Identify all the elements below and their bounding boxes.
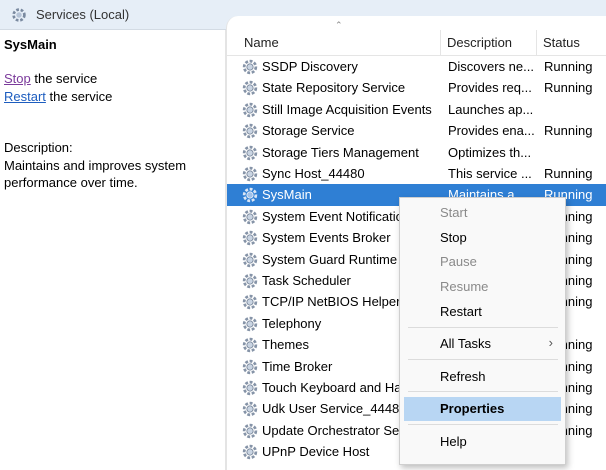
gear-icon — [242, 102, 258, 117]
menu-separator — [408, 327, 558, 328]
description-label: Description: — [4, 140, 73, 155]
gear-icon — [242, 316, 258, 331]
menu-item-all-tasks[interactable]: All Tasks › — [404, 332, 561, 356]
service-detail-pane: SysMain Stop the service Restart the ser… — [0, 30, 226, 470]
service-description: Discovers ne... — [448, 59, 534, 74]
table-row[interactable]: Still Image Acquisition Events Launches a… — [227, 99, 606, 120]
stop-action-text: the service — [30, 71, 98, 86]
menu-item-start[interactable]: Start — [404, 201, 561, 225]
service-description: Provides ena... — [448, 123, 534, 139]
restart-service-link[interactable]: Restart — [4, 89, 46, 104]
gear-icon — [242, 423, 258, 438]
menu-item-label: Pause — [440, 254, 477, 269]
gear-icon — [242, 444, 258, 460]
table-row[interactable]: State Repository Service Provides req... R… — [227, 77, 606, 98]
service-name: Storage Service — [262, 123, 355, 139]
service-description: This service ... — [448, 166, 532, 181]
menu-item-label: All Tasks — [440, 336, 492, 351]
service-name: Storage Tiers Management — [262, 144, 419, 160]
service-name: State Repository Service — [262, 80, 406, 96]
gear-icon — [242, 273, 258, 289]
chevron-right-icon: › — [548, 335, 553, 350]
menu-item-label: Refresh — [440, 369, 486, 384]
menu-item-label: Restart — [440, 304, 482, 319]
gear-icon — [242, 295, 258, 310]
menu-item-stop[interactable]: Stop — [404, 226, 561, 250]
table-row[interactable]: Storage Service Provides ena... Running — [227, 120, 606, 141]
gear-icon — [242, 59, 258, 75]
menu-separator — [408, 424, 558, 425]
window-title: Services (Local) — [36, 7, 130, 22]
service-name: SSDP Discovery — [262, 59, 358, 74]
service-name: Still Image Acquisition Events — [262, 101, 432, 117]
gear-icon — [242, 380, 258, 396]
context-menu: Start Stop Pause Resume Restart All Task… — [399, 197, 566, 465]
restart-action-text: the service — [45, 89, 113, 104]
menu-item-refresh[interactable]: Refresh — [404, 365, 561, 389]
gear-icon — [242, 166, 258, 182]
table-row[interactable]: SSDP Discovery Discovers ne... Running — [227, 56, 606, 77]
gear-icon — [242, 402, 258, 417]
service-name: Sync Host_44480 — [262, 166, 365, 181]
service-description: Provides req... — [448, 80, 532, 96]
gear-icon — [242, 145, 258, 160]
gear-icon — [242, 123, 258, 139]
stop-action: Stop the service — [4, 71, 97, 86]
service-description: Optimizes th... — [448, 144, 532, 160]
description-text: Maintains and improves system performanc… — [4, 158, 187, 190]
menu-item-label: Start — [440, 205, 468, 220]
menu-item-restart[interactable]: Restart — [404, 300, 561, 324]
gear-icon — [242, 337, 258, 353]
service-status: Running — [544, 166, 593, 181]
restart-action: Restart the service — [4, 89, 112, 104]
menu-separator — [408, 391, 558, 392]
gear-icon — [242, 359, 258, 374]
selected-service-name: SysMain — [4, 37, 57, 52]
table-row[interactable]: Sync Host_44480 This service ... Running — [227, 163, 606, 184]
list-header: ⌃ Name Description Status — [227, 16, 606, 56]
gear-icon — [242, 188, 258, 203]
sort-ascending-icon: ⌃ — [335, 20, 343, 30]
services-gear-icon — [12, 8, 26, 22]
menu-item-label: Resume — [440, 279, 489, 294]
menu-item-help[interactable]: Help — [404, 430, 561, 454]
menu-item-pause[interactable]: Pause — [404, 250, 561, 274]
column-header-description[interactable]: Description — [447, 35, 512, 50]
service-status: Running — [544, 80, 593, 96]
stop-service-link[interactable]: Stop — [4, 71, 31, 86]
table-row[interactable]: Storage Tiers Management Optimizes th... — [227, 142, 606, 163]
column-divider[interactable] — [536, 30, 537, 56]
menu-item-label: Stop — [440, 230, 467, 245]
gear-icon — [242, 252, 258, 267]
column-divider[interactable] — [440, 30, 441, 56]
service-description: Launches ap... — [448, 101, 534, 117]
menu-item-resume[interactable]: Resume — [404, 275, 561, 299]
gear-icon — [242, 209, 258, 224]
menu-item-properties[interactable]: Properties — [404, 397, 561, 421]
gear-icon — [242, 230, 258, 246]
menu-separator — [408, 359, 558, 360]
column-header-status[interactable]: Status — [543, 35, 580, 50]
service-status: Running — [544, 59, 593, 74]
service-status: Running — [544, 123, 593, 139]
menu-item-label: Help — [440, 434, 467, 449]
column-header-name[interactable]: Name — [244, 35, 279, 50]
gear-icon — [242, 81, 258, 96]
menu-item-label: Properties — [440, 401, 505, 416]
